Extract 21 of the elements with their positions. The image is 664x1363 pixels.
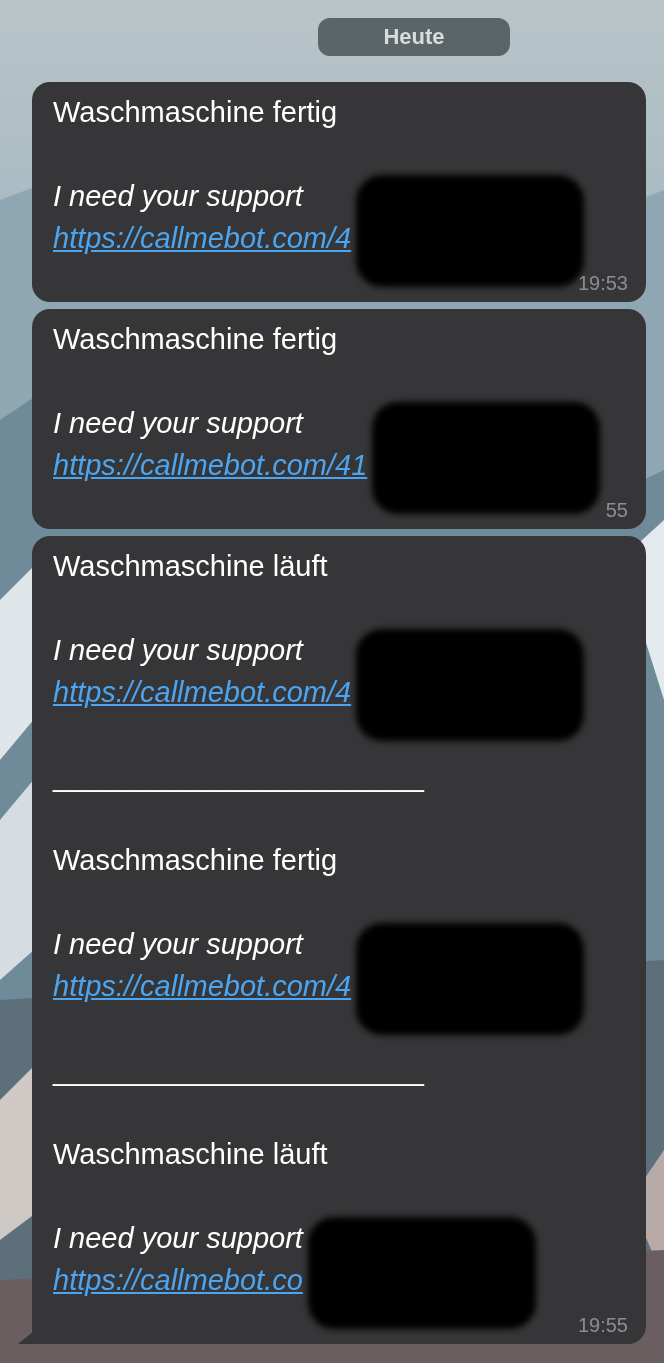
message-time: 19:55 — [577, 1313, 628, 1337]
message-text: I need your support — [53, 927, 303, 962]
message-link[interactable]: https://callmebot.com/4 — [53, 965, 352, 1007]
message-link[interactable]: https://callmebot.com/4 — [53, 671, 352, 713]
separator-text: _______________________ — [53, 759, 424, 794]
message-text: I need your support — [53, 1221, 303, 1256]
message-text: I need your support — [53, 179, 303, 214]
message-title: Waschmaschine läuft — [53, 1137, 328, 1172]
date-chip: Heute — [318, 18, 510, 56]
message-link[interactable]: https://callmebot.co — [53, 1259, 303, 1301]
message-title: Waschmaschine läuft — [53, 549, 328, 584]
message-link[interactable]: https://callmebot.com/4 — [53, 217, 352, 259]
message-title: Waschmaschine fertig — [53, 843, 338, 878]
message-text: I need your support — [53, 406, 303, 441]
message-title: Waschmaschine fertig — [53, 95, 338, 130]
separator-text: _______________________ — [53, 1053, 424, 1088]
message-time: 19:53 — [577, 271, 628, 295]
message-text: I need your support — [53, 633, 303, 668]
message-time: 55 — [605, 498, 628, 522]
message-link[interactable]: https://callmebot.com/41 — [53, 444, 368, 486]
message-title: Waschmaschine fertig — [53, 322, 338, 357]
